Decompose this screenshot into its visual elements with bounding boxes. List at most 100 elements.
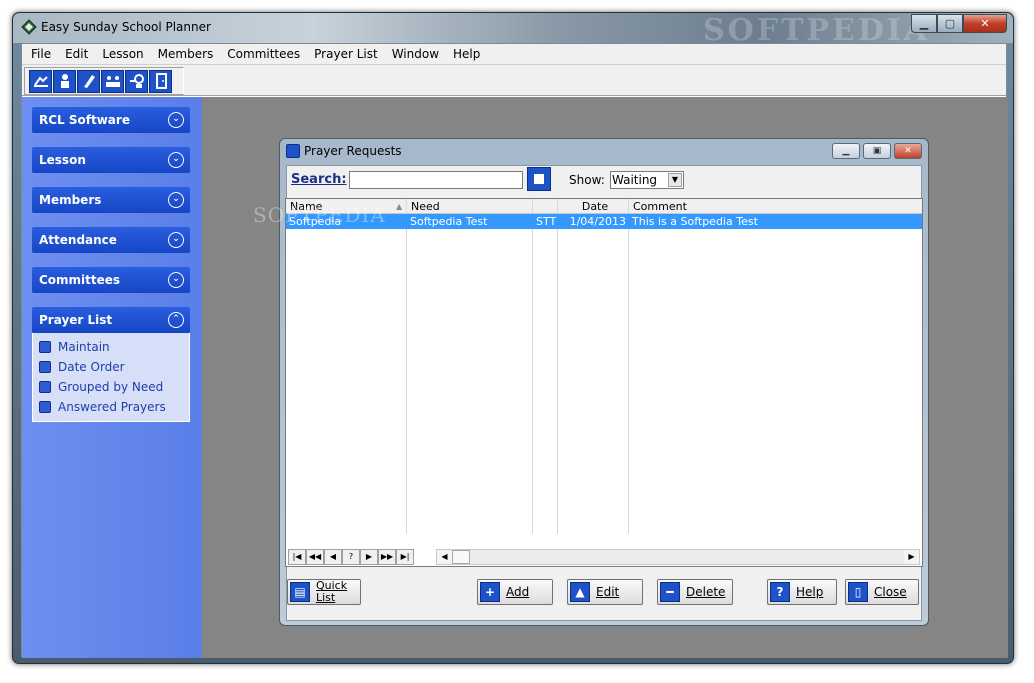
scroll-left-icon[interactable]: ◀: [437, 550, 452, 564]
panel-header-lesson[interactable]: Lesson ⌄: [32, 147, 190, 173]
link-date-order[interactable]: Date Order: [39, 357, 189, 377]
link-maintain[interactable]: Maintain: [39, 337, 189, 357]
panel-label: RCL Software: [39, 113, 130, 127]
exit-door-icon: ▯: [848, 582, 868, 602]
first-record-button[interactable]: |◀: [288, 549, 306, 565]
column-divider: [532, 199, 533, 534]
column-header-code[interactable]: [533, 199, 557, 214]
prayer-list-links: Maintain Date Order Grouped by Need Answ…: [32, 333, 190, 422]
lesson-icon[interactable]: [77, 69, 100, 93]
help-button[interactable]: ? Help: [767, 579, 837, 605]
plus-icon: +: [480, 582, 500, 602]
title-bar[interactable]: Easy Sunday School Planner SOFTPEDIA ▁ ▢…: [13, 13, 1013, 48]
menu-edit[interactable]: Edit: [58, 44, 95, 64]
menu-lesson[interactable]: Lesson: [95, 44, 150, 64]
next-page-button[interactable]: ▶▶: [378, 549, 396, 565]
dialog-close-button[interactable]: ✕: [894, 143, 922, 159]
member-icon[interactable]: [53, 69, 76, 93]
panel-lesson: Lesson ⌄: [32, 147, 190, 173]
panel-header-attendance[interactable]: Attendance ⌄: [32, 227, 190, 253]
toolbar: [22, 64, 1006, 96]
close-button[interactable]: ✕: [963, 14, 1007, 33]
edit-button[interactable]: ▲ Edit: [567, 579, 643, 605]
menu-help[interactable]: Help: [446, 44, 487, 64]
search-button[interactable]: [527, 167, 551, 191]
chevron-down-icon[interactable]: ⌄: [168, 152, 184, 168]
app-icon: [21, 19, 37, 35]
record-info-button[interactable]: ?: [342, 549, 360, 565]
printer-icon: [39, 381, 51, 393]
chevron-down-icon[interactable]: ⌄: [168, 232, 184, 248]
panel-rcl-software: RCL Software ⌄: [32, 107, 190, 133]
cell-code: STT: [536, 215, 557, 228]
panel-header-rcl-software[interactable]: RCL Software ⌄: [32, 107, 190, 133]
scroll-right-icon[interactable]: ▶: [904, 550, 919, 564]
quick-list-line2: List: [316, 591, 336, 604]
up-arrow-icon: ▲: [570, 582, 590, 602]
minus-icon: ━: [660, 582, 680, 602]
attendance-icon[interactable]: [101, 69, 124, 93]
exit-door-icon[interactable]: [149, 69, 172, 93]
printer-icon: [39, 401, 51, 413]
scroll-thumb[interactable]: [452, 550, 470, 564]
help-label: Help: [796, 585, 824, 599]
close-dialog-button[interactable]: ▯ Close: [845, 579, 919, 605]
chevron-up-icon[interactable]: ⌃: [168, 312, 184, 328]
show-label: Show:: [569, 173, 605, 187]
link-answered-prayers[interactable]: Answered Prayers: [39, 397, 189, 417]
delete-button[interactable]: ━ Delete: [657, 579, 733, 605]
stop-icon: [534, 174, 544, 184]
add-button[interactable]: + Add: [477, 579, 553, 605]
column-header-need[interactable]: Need: [407, 199, 532, 214]
panel-prayer-list: Prayer List ⌃ Maintain Date Order Groupe…: [32, 307, 190, 422]
panel-header-committees[interactable]: Committees ⌄: [32, 267, 190, 293]
column-divider: [406, 199, 407, 534]
panel-label: Committees: [39, 273, 121, 287]
softpedia-watermark: SOFTPEDIA: [253, 203, 386, 227]
horizontal-scrollbar[interactable]: ◀ ▶: [436, 549, 920, 565]
printer-icon: [39, 361, 51, 373]
menu-members[interactable]: Members: [151, 44, 221, 64]
pencil-icon: [39, 341, 51, 353]
link-grouped-by-need[interactable]: Grouped by Need: [39, 377, 189, 397]
prayer-hands-icon[interactable]: [29, 69, 52, 93]
column-divider: [628, 199, 629, 534]
panel-label: Attendance: [39, 233, 117, 247]
menu-window[interactable]: Window: [385, 44, 446, 64]
sidebar: RCL Software ⌄ Lesson ⌄ Members ⌄ Attend…: [22, 97, 202, 658]
chevron-down-icon[interactable]: ▼: [668, 173, 682, 187]
chevron-down-icon[interactable]: ⌄: [168, 112, 184, 128]
link-label: Grouped by Need: [58, 380, 164, 394]
search-input[interactable]: [349, 171, 523, 189]
question-icon: ?: [770, 582, 790, 602]
menu-committees[interactable]: Committees: [220, 44, 307, 64]
chevron-down-icon[interactable]: ⌄: [168, 192, 184, 208]
record-navigator: |◀ ◀◀ ◀ ? ▶ ▶▶ ▶|: [288, 549, 414, 565]
prev-record-button[interactable]: ◀: [324, 549, 342, 565]
add-label: Add: [506, 585, 530, 599]
dialog-title-bar[interactable]: Prayer Requests ▁ ▣ ✕: [280, 139, 928, 163]
committees-icon[interactable]: [125, 69, 148, 93]
panel-label: Lesson: [39, 153, 86, 167]
next-record-button[interactable]: ▶: [360, 549, 378, 565]
dialog-title: Prayer Requests: [304, 144, 402, 158]
panel-header-prayer-list[interactable]: Prayer List ⌃: [32, 307, 190, 333]
minimize-button[interactable]: ▁: [911, 14, 937, 33]
dialog-restore-button[interactable]: ▣: [863, 143, 891, 159]
dialog-minimize-button[interactable]: ▁: [832, 143, 860, 159]
sort-asc-icon: ▲: [396, 202, 403, 211]
link-label: Answered Prayers: [58, 400, 166, 414]
menu-bar: File Edit Lesson Members Committees Pray…: [22, 44, 1006, 64]
show-filter-select[interactable]: Waiting ▼: [610, 171, 684, 189]
menu-file[interactable]: File: [24, 44, 58, 64]
column-header-date[interactable]: Date: [558, 199, 628, 214]
column-header-comment[interactable]: Comment: [629, 199, 909, 214]
panel-header-members[interactable]: Members ⌄: [32, 187, 190, 213]
last-record-button[interactable]: ▶|: [396, 549, 414, 565]
prev-page-button[interactable]: ◀◀: [306, 549, 324, 565]
quick-list-button[interactable]: ▤ Quick List: [287, 579, 361, 605]
search-label: Search:: [291, 172, 347, 187]
menu-prayer-list[interactable]: Prayer List: [307, 44, 385, 64]
chevron-down-icon[interactable]: ⌄: [168, 272, 184, 288]
maximize-button[interactable]: ▢: [937, 14, 963, 33]
